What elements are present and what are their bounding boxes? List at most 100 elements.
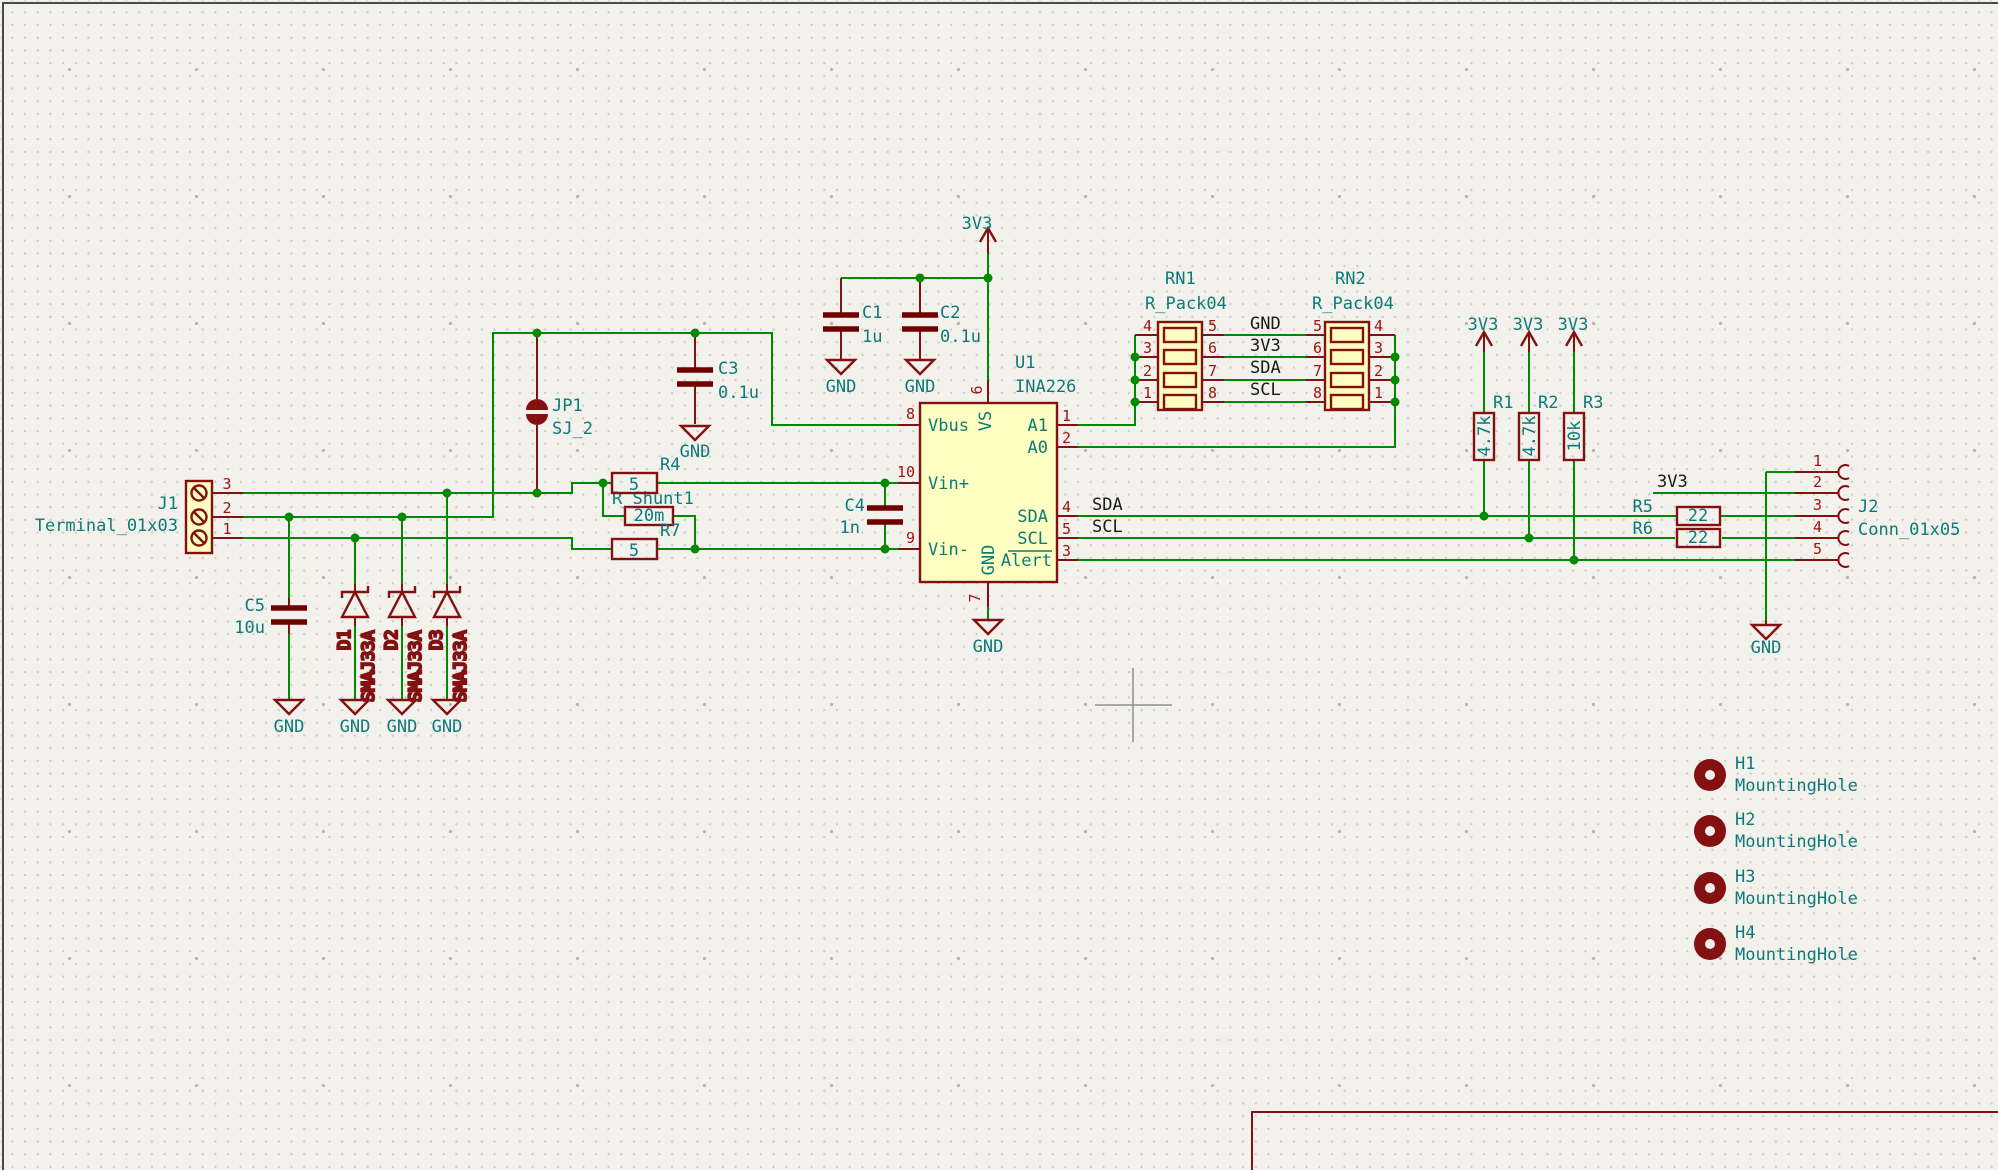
h3-ref: H3	[1735, 867, 1755, 887]
u1-pin-vbus: Vbus	[928, 416, 969, 436]
d1-ref: D1	[335, 630, 355, 650]
rn2-pinnum: 8	[1313, 384, 1322, 402]
tvs-diode-d3[interactable]: D3 SMAJ33A	[427, 586, 471, 702]
rn1-pinnum: 7	[1208, 362, 1217, 380]
3v3-label: 3V3	[1468, 315, 1499, 335]
resistor-r7[interactable]: R7 5	[612, 521, 680, 561]
capacitor-c5[interactable]: C5 10u	[234, 596, 307, 638]
net-label-3v3[interactable]: 3V3	[1250, 336, 1281, 356]
r3-ref: R3	[1583, 393, 1603, 413]
connector-j2[interactable]: J2 Conn_01x05 1 2 3 4 5	[1813, 452, 1960, 567]
rn1-pinnum: 6	[1208, 339, 1217, 357]
gnd-label: GND	[680, 442, 711, 462]
u1-pin-vinn: Vin-	[928, 540, 969, 560]
j2-pinnum: 3	[1813, 496, 1822, 514]
rn1-pinnum: 8	[1208, 384, 1217, 402]
d1-value: SMAJ33A	[359, 630, 379, 702]
j2-pinnum: 2	[1813, 473, 1822, 491]
rn2-pinnum: 2	[1374, 362, 1383, 380]
h1-value: MountingHole	[1735, 776, 1858, 796]
r7-ref: R7	[660, 521, 680, 541]
kicad-schematic-canvas[interactable]: J1 Terminal_01x03 3 2 1 JP1 SJ_2 C1 1u C…	[0, 0, 1998, 1170]
capacitor-c1[interactable]: C1 1u	[823, 303, 882, 347]
gnd-label: GND	[905, 377, 936, 397]
net-label-3v3[interactable]: 3V3	[1657, 472, 1688, 492]
h4-ref: H4	[1735, 923, 1755, 943]
u1-pinnum-9: 9	[906, 529, 915, 547]
u1-pinnum-8: 8	[906, 405, 915, 423]
jp1-ref: JP1	[552, 396, 583, 416]
mounting-hole-h3[interactable]: H3 MountingHole	[1694, 867, 1858, 909]
u1-pin-scl: SCL	[1017, 529, 1048, 549]
c4-value: 1n	[840, 518, 860, 538]
tvs-diode-d1[interactable]: D1 SMAJ33A	[335, 586, 379, 702]
u1-pinnum-4: 4	[1062, 498, 1071, 516]
page-border	[3, 3, 1998, 1170]
gnd-label: GND	[340, 717, 371, 737]
j2-value: Conn_01x05	[1858, 520, 1960, 540]
gnd-label: GND	[973, 637, 1004, 657]
resistor-r1[interactable]: R1 4.7k	[1474, 393, 1513, 460]
tvs-diode-d2[interactable]: D2 SMAJ33A	[382, 586, 426, 702]
r4-ref: R4	[660, 455, 680, 475]
c5-value: 10u	[234, 618, 265, 638]
c2-value: 0.1u	[940, 327, 981, 347]
h3-value: MountingHole	[1735, 889, 1858, 909]
gnd-label: GND	[432, 717, 463, 737]
r5-ref: R5	[1633, 497, 1653, 517]
c1-value: 1u	[862, 327, 882, 347]
net-label-scl[interactable]: SCL	[1250, 380, 1281, 400]
capacitor-c2[interactable]: C2 0.1u	[902, 303, 981, 347]
rn1-pinnum: 4	[1143, 317, 1152, 335]
u1-pinnum-1: 1	[1062, 407, 1071, 425]
capacitor-c4[interactable]: C4 1n	[840, 496, 903, 538]
mounting-hole-h2[interactable]: H2 MountingHole	[1694, 810, 1858, 852]
resistor-r3[interactable]: R3 10k	[1564, 393, 1603, 460]
u1-value: INA226	[1015, 377, 1076, 397]
u1-pin-vs: VS	[976, 411, 996, 431]
c4-ref: C4	[845, 496, 865, 516]
rn2-value: R_Pack04	[1312, 294, 1394, 314]
r4-value: 5	[629, 475, 639, 495]
j1-ref: J1	[158, 494, 178, 514]
c1-ref: C1	[862, 303, 882, 323]
resistor-rshunt1[interactable]: R_Shunt1 20m	[612, 489, 694, 526]
rn1-value: R_Pack04	[1145, 294, 1227, 314]
u1-pinnum-5: 5	[1062, 520, 1071, 538]
resistor-pack-rn2[interactable]: RN2 R_Pack04 5 6 7 8 4 3 2 1	[1312, 269, 1394, 410]
d3-value: SMAJ33A	[451, 630, 471, 702]
rn2-pinnum: 7	[1313, 362, 1322, 380]
d3-ref: D3	[427, 630, 447, 650]
net-label-sda[interactable]: SDA	[1250, 358, 1281, 378]
rn2-pinnum: 3	[1374, 339, 1383, 357]
j1-pin1: 1	[222, 520, 231, 538]
capacitor-c3[interactable]: C3 0.1u	[677, 359, 759, 403]
net-label-sda[interactable]: SDA	[1092, 495, 1123, 515]
j2-pinnum: 1	[1813, 452, 1822, 470]
connector-j1[interactable]: J1 Terminal_01x03 3 2 1	[35, 475, 232, 553]
h2-value: MountingHole	[1735, 832, 1858, 852]
resistor-pack-rn1[interactable]: RN1 R_Pack04 4 3 2 1 5 6 7 8	[1143, 269, 1227, 410]
r2-value: 4.7k	[1520, 416, 1540, 457]
j2-pinnum: 5	[1813, 540, 1822, 558]
mounting-hole-h4[interactable]: H4 MountingHole	[1694, 923, 1858, 965]
mounting-hole-h1[interactable]: H1 MountingHole	[1694, 754, 1858, 796]
h4-value: MountingHole	[1735, 945, 1858, 965]
net-label-scl[interactable]: SCL	[1092, 517, 1123, 537]
c3-ref: C3	[718, 359, 738, 379]
u1-pin-alert: Alert	[1001, 551, 1052, 571]
gnd-label: GND	[826, 377, 857, 397]
socket-pin-icon	[1838, 465, 1849, 567]
u1-ref: U1	[1015, 353, 1035, 373]
u1-pinnum-7: 7	[966, 593, 984, 602]
crosshair-cursor-icon	[1095, 668, 1172, 742]
rn1-ref: RN1	[1165, 269, 1196, 289]
d2-value: SMAJ33A	[406, 630, 426, 702]
u1-pin-a0: A0	[1028, 438, 1048, 458]
u1-pin-sda: SDA	[1017, 507, 1048, 527]
u1-pin-vinp: Vin+	[928, 474, 969, 494]
r3-value: 10k	[1565, 421, 1585, 452]
resistor-r2[interactable]: R2 4.7k	[1519, 393, 1558, 460]
j2-ref: J2	[1858, 497, 1878, 517]
net-label-gnd[interactable]: GND	[1250, 314, 1281, 334]
